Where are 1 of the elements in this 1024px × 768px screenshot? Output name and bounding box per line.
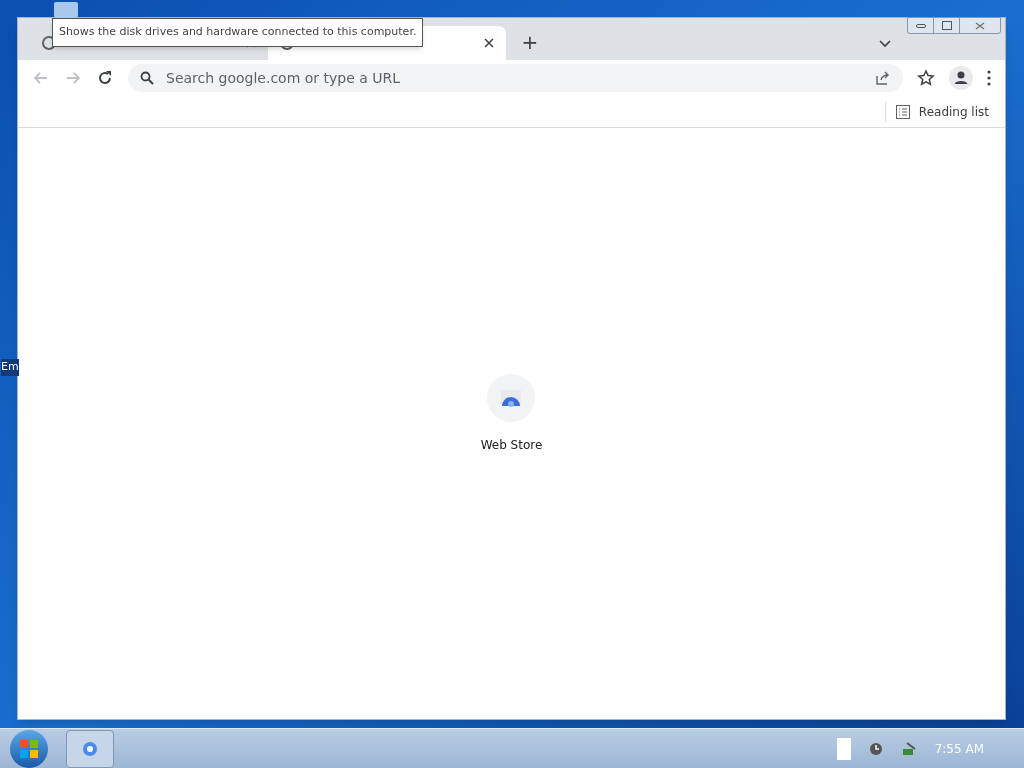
tooltip: Shows the disk drives and hardware connected to this computer. — [52, 18, 424, 47]
